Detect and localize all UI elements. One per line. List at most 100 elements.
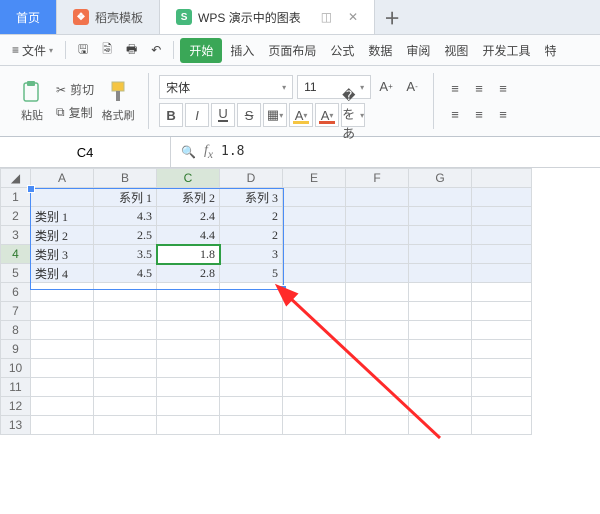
cell-D4[interactable]: 3 xyxy=(220,245,283,264)
bold-button[interactable]: B xyxy=(159,103,183,127)
row-header-3[interactable]: 3 xyxy=(1,226,31,245)
cell-F9[interactable] xyxy=(346,340,409,359)
cell-C3[interactable]: 4.4 xyxy=(157,226,220,245)
menu-insert[interactable]: 插入 xyxy=(224,38,260,63)
cell-blank[interactable] xyxy=(472,340,532,359)
align-middle-button[interactable]: ≡ xyxy=(468,77,490,99)
qat-undo-button[interactable]: ↶ xyxy=(145,39,167,61)
cell-D11[interactable] xyxy=(220,378,283,397)
cell-G13[interactable] xyxy=(409,416,472,435)
qat-print-button[interactable]: 🖶 xyxy=(120,36,143,65)
row-header-4[interactable]: 4 xyxy=(1,245,31,264)
row-header-7[interactable]: 7 xyxy=(1,302,31,321)
column-header-F[interactable]: F xyxy=(346,169,409,188)
cell-D8[interactable] xyxy=(220,321,283,340)
cell-D13[interactable] xyxy=(220,416,283,435)
cell-blank[interactable] xyxy=(472,245,532,264)
cell-A10[interactable] xyxy=(31,359,94,378)
menu-formula[interactable]: 公式 xyxy=(324,38,360,63)
cell-blank[interactable] xyxy=(472,302,532,321)
row-header-11[interactable]: 11 xyxy=(1,378,31,397)
cell-A4[interactable]: 类别 3 xyxy=(31,245,94,264)
cell-B5[interactable]: 4.5 xyxy=(94,264,157,283)
fill-color-button[interactable]: A▾ xyxy=(289,103,313,127)
align-bottom-button[interactable]: ≡ xyxy=(492,77,514,99)
paste-button[interactable]: 粘贴 xyxy=(12,80,52,123)
cell-A3[interactable]: 类别 2 xyxy=(31,226,94,245)
cell-C6[interactable] xyxy=(157,283,220,302)
align-left-button[interactable]: ≡ xyxy=(444,103,466,125)
cell-blank[interactable] xyxy=(472,264,532,283)
format-painter-button[interactable]: 格式刷 xyxy=(98,80,138,123)
cell-D5[interactable]: 5 xyxy=(220,264,283,283)
cell-D3[interactable]: 2 xyxy=(220,226,283,245)
italic-button[interactable]: I xyxy=(185,103,209,127)
row-header-10[interactable]: 10 xyxy=(1,359,31,378)
cell-blank[interactable] xyxy=(472,226,532,245)
cell-E5[interactable] xyxy=(283,264,346,283)
cell-F3[interactable] xyxy=(346,226,409,245)
cell-F13[interactable] xyxy=(346,416,409,435)
row-header-12[interactable]: 12 xyxy=(1,397,31,416)
cell-E3[interactable] xyxy=(283,226,346,245)
cell-F6[interactable] xyxy=(346,283,409,302)
cell-F4[interactable] xyxy=(346,245,409,264)
cell-A12[interactable] xyxy=(31,397,94,416)
zoom-icon[interactable]: 🔍 xyxy=(181,145,196,159)
cell-blank[interactable] xyxy=(472,283,532,302)
cell-F12[interactable] xyxy=(346,397,409,416)
cell-A5[interactable]: 类别 4 xyxy=(31,264,94,283)
row-header-13[interactable]: 13 xyxy=(1,416,31,435)
cell-B10[interactable] xyxy=(94,359,157,378)
cell-C9[interactable] xyxy=(157,340,220,359)
cell-B4[interactable]: 3.5 xyxy=(94,245,157,264)
cell-G1[interactable] xyxy=(409,188,472,207)
formula-value[interactable]: 1.8 xyxy=(221,144,244,159)
cell-G2[interactable] xyxy=(409,207,472,226)
row-header-1[interactable]: 1 xyxy=(1,188,31,207)
row-header-9[interactable]: 9 xyxy=(1,340,31,359)
cell-C1[interactable]: 系列 2 xyxy=(157,188,220,207)
name-box[interactable] xyxy=(0,137,171,167)
cell-A6[interactable] xyxy=(31,283,94,302)
cell-blank[interactable] xyxy=(472,188,532,207)
cell-F2[interactable] xyxy=(346,207,409,226)
tab-document[interactable]: S WPS 演示中的图表 ◫ ✕ xyxy=(160,0,375,34)
cell-D12[interactable] xyxy=(220,397,283,416)
cell-E4[interactable] xyxy=(283,245,346,264)
cell-E8[interactable] xyxy=(283,321,346,340)
cell-A13[interactable] xyxy=(31,416,94,435)
menu-special[interactable]: 特 xyxy=(538,38,562,63)
copy-button[interactable]: ⧉复制 xyxy=(56,104,94,121)
qat-preview-button[interactable]: 🗟 xyxy=(96,36,118,65)
cell-B1[interactable]: 系列 1 xyxy=(94,188,157,207)
cell-D6[interactable] xyxy=(220,283,283,302)
name-box-input[interactable] xyxy=(43,144,127,161)
cell-D9[interactable] xyxy=(220,340,283,359)
spreadsheet-grid[interactable]: ◢ABCDEFG1系列 1系列 2系列 32类别 14.32.423类别 22.… xyxy=(0,168,600,435)
strikethrough-button[interactable]: S xyxy=(237,103,261,127)
cell-D7[interactable] xyxy=(220,302,283,321)
cell-E12[interactable] xyxy=(283,397,346,416)
cell-C2[interactable]: 2.4 xyxy=(157,207,220,226)
cell-G11[interactable] xyxy=(409,378,472,397)
align-top-button[interactable]: ≡ xyxy=(444,77,466,99)
cell-blank[interactable] xyxy=(472,321,532,340)
cell-D2[interactable]: 2 xyxy=(220,207,283,226)
decrease-font-button[interactable]: A- xyxy=(401,75,423,97)
cell-A2[interactable]: 类别 1 xyxy=(31,207,94,226)
cell-blank[interactable] xyxy=(472,378,532,397)
cell-F11[interactable] xyxy=(346,378,409,397)
cell-G12[interactable] xyxy=(409,397,472,416)
cell-F8[interactable] xyxy=(346,321,409,340)
effects-button[interactable]: �をあ▾ xyxy=(341,103,365,127)
tab-close-icon[interactable]: ✕ xyxy=(348,10,358,24)
cell-G3[interactable] xyxy=(409,226,472,245)
menu-page-layout[interactable]: 页面布局 xyxy=(262,38,322,63)
cell-blank[interactable] xyxy=(472,397,532,416)
align-center-button[interactable]: ≡ xyxy=(468,103,490,125)
cell-B11[interactable] xyxy=(94,378,157,397)
menu-data[interactable]: 数据 xyxy=(362,38,398,63)
tab-actions-icon[interactable]: ◫ xyxy=(321,10,332,24)
cell-A8[interactable] xyxy=(31,321,94,340)
